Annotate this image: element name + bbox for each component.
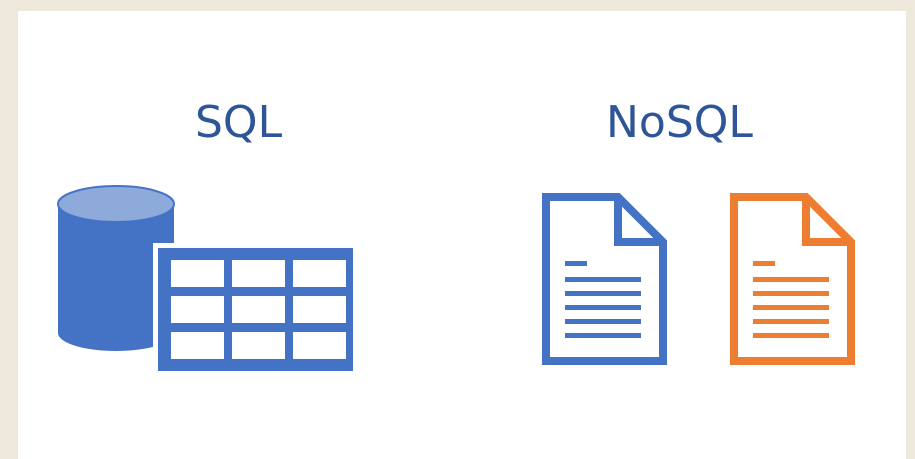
nosql-illustration bbox=[542, 193, 855, 365]
diagram-panel: SQL NoSQL bbox=[18, 11, 906, 459]
document-icon bbox=[730, 193, 855, 365]
nosql-heading: NoSQL bbox=[606, 97, 753, 148]
document-icon bbox=[542, 193, 667, 365]
sql-illustration bbox=[57, 185, 358, 376]
table-grid-icon bbox=[153, 243, 358, 376]
sql-heading: SQL bbox=[195, 97, 283, 148]
